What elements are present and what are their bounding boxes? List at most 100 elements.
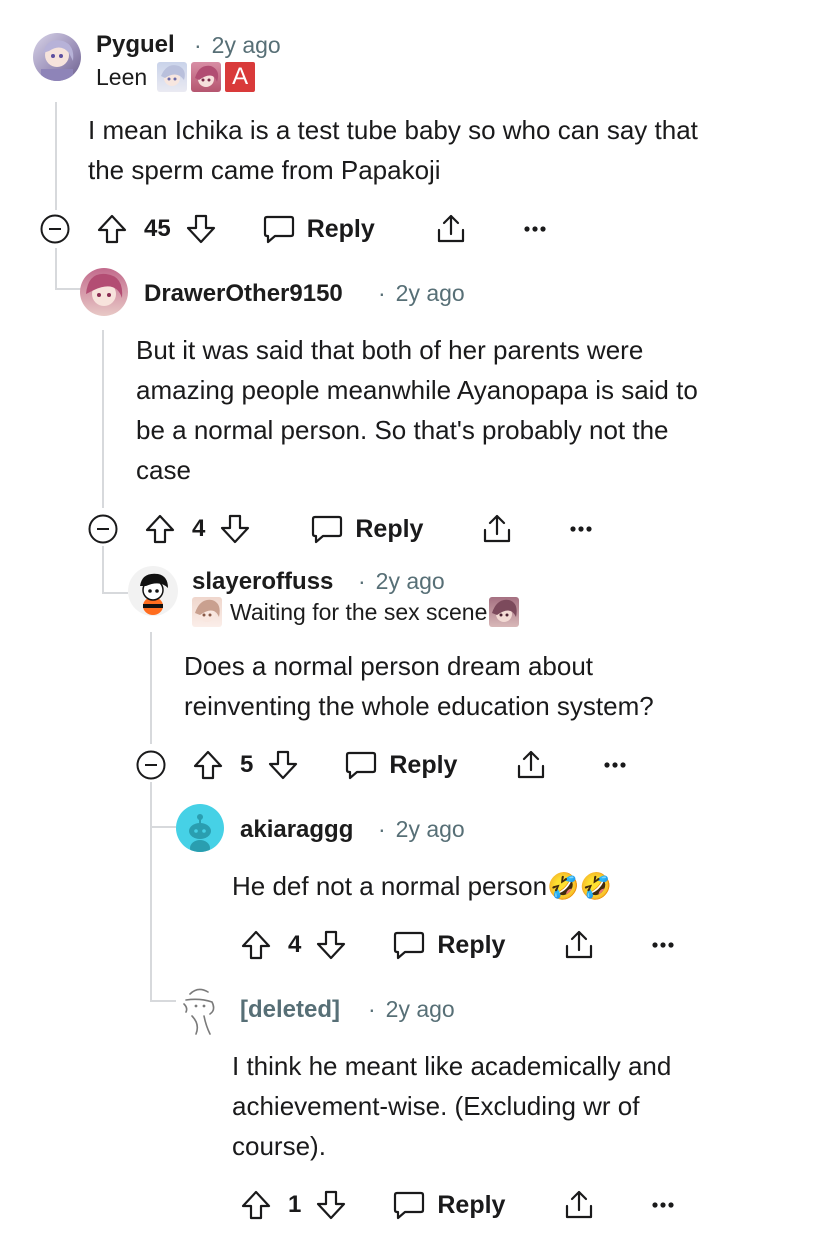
comment-line: Does a normal person dream about xyxy=(184,651,594,681)
flair-emoji-icon xyxy=(191,62,222,92)
more-icon xyxy=(604,762,627,768)
upvote-button[interactable] xyxy=(240,1189,272,1221)
avatar[interactable] xyxy=(128,566,178,616)
username[interactable]: DrawerOther9150 xyxy=(144,280,343,308)
share-button[interactable] xyxy=(515,749,547,781)
reply-button[interactable]: Reply xyxy=(263,214,375,244)
upvote-icon xyxy=(145,514,175,544)
comment-line: case xyxy=(136,455,191,485)
upvote-button[interactable] xyxy=(240,929,272,961)
comment-line: course). xyxy=(232,1131,326,1161)
flair-badge-icon: A xyxy=(225,62,256,92)
share-button[interactable] xyxy=(481,513,513,545)
comment-body: He def not a normal person🤣🤣 xyxy=(232,866,812,906)
default-snoo-icon xyxy=(189,814,211,852)
comment-line: But it was said that both of her parents… xyxy=(136,335,644,365)
share-icon xyxy=(566,1190,593,1219)
upvote-button[interactable] xyxy=(96,213,128,245)
more-options-button[interactable] xyxy=(603,761,627,769)
flair-emoji-icon xyxy=(157,62,188,92)
downvote-button[interactable] xyxy=(315,1189,347,1221)
flair-emoji-icon xyxy=(489,597,520,627)
reply-label: Reply xyxy=(389,750,458,779)
comment-actions: 45 Reply xyxy=(96,209,547,249)
anime-avatar-icon xyxy=(41,40,74,81)
thread-line[interactable] xyxy=(150,1000,176,1002)
comment-line: the sperm came from Papakoji xyxy=(88,155,441,185)
comment-age: · 2y ago xyxy=(358,568,445,594)
collapse-button[interactable] xyxy=(88,514,118,544)
age-text: 2y ago xyxy=(375,568,445,594)
username[interactable]: akiaraggg xyxy=(240,816,353,844)
reply-button[interactable]: Reply xyxy=(393,930,505,960)
reply-label: Reply xyxy=(437,930,506,959)
snoo-avatar-icon xyxy=(140,573,168,615)
thread-line[interactable] xyxy=(55,248,57,290)
avatar[interactable] xyxy=(176,804,224,852)
age-text: 2y ago xyxy=(385,996,455,1022)
upvote-button[interactable] xyxy=(144,513,176,545)
thread-line[interactable] xyxy=(102,330,104,508)
comment-actions: 4 Reply xyxy=(144,509,593,549)
username[interactable]: [deleted] xyxy=(240,996,340,1024)
upvote-icon xyxy=(241,930,271,960)
age-text: 2y ago xyxy=(211,32,281,58)
comment-body: I mean Ichika is a test tube baby so who… xyxy=(88,110,808,190)
thread-line[interactable] xyxy=(55,288,81,290)
share-icon xyxy=(566,930,593,959)
collapse-button[interactable] xyxy=(40,214,70,244)
downvote-icon xyxy=(186,214,215,244)
comment-age: · 2y ago xyxy=(378,816,465,842)
thread-line[interactable] xyxy=(55,102,57,210)
thread-line[interactable] xyxy=(150,782,152,1000)
avatar[interactable] xyxy=(33,33,81,81)
reply-button[interactable]: Reply xyxy=(393,1190,505,1220)
thread-line[interactable] xyxy=(150,632,152,744)
avatar[interactable] xyxy=(80,268,128,316)
user-flair: Waiting for the sex scene xyxy=(192,597,520,627)
username[interactable]: Pyguel xyxy=(96,31,175,59)
reply-button[interactable]: Reply xyxy=(311,514,423,544)
downvote-button[interactable] xyxy=(315,929,347,961)
vote-count: 4 xyxy=(192,515,206,542)
reply-label: Reply xyxy=(437,1190,506,1219)
comment-body: Does a normal person dream about reinven… xyxy=(184,646,814,726)
thread-line[interactable] xyxy=(102,592,128,594)
comment-age: · 2y ago xyxy=(368,996,455,1022)
comment-body: I think he meant like academically and a… xyxy=(232,1046,812,1166)
reply-label: Reply xyxy=(355,514,424,543)
reply-icon xyxy=(394,931,425,960)
collapse-button[interactable] xyxy=(136,750,166,780)
more-options-button[interactable] xyxy=(651,1201,675,1209)
thread-line[interactable] xyxy=(150,826,176,828)
more-options-button[interactable] xyxy=(523,225,547,233)
comment-age: · 2y ago xyxy=(378,280,465,306)
thread-line[interactable] xyxy=(102,546,104,594)
downvote-button[interactable] xyxy=(185,213,217,245)
share-button[interactable] xyxy=(563,1189,595,1221)
upvote-button[interactable] xyxy=(192,749,224,781)
comment-actions: 5 Reply xyxy=(192,745,627,785)
share-icon xyxy=(484,514,511,543)
more-options-button[interactable] xyxy=(569,525,593,533)
downvote-icon xyxy=(317,930,346,960)
comment-line: reinventing the whole education system? xyxy=(184,691,654,721)
share-icon xyxy=(518,750,545,779)
reply-button[interactable]: Reply xyxy=(345,750,457,780)
reply-icon xyxy=(346,751,377,780)
username[interactable]: slayeroffuss xyxy=(192,568,333,596)
downvote-button[interactable] xyxy=(219,513,251,545)
user-flair: Leen A xyxy=(96,62,256,92)
reply-icon xyxy=(394,1191,425,1220)
downvote-icon xyxy=(317,1190,346,1220)
share-button[interactable] xyxy=(563,929,595,961)
reply-icon xyxy=(312,515,343,544)
vote-count: 4 xyxy=(288,931,302,958)
downvote-icon xyxy=(269,750,298,780)
share-button[interactable] xyxy=(435,213,467,245)
avatar[interactable] xyxy=(176,984,224,1036)
downvote-button[interactable] xyxy=(267,749,299,781)
comment-line: be a normal person. So that's probably n… xyxy=(136,415,669,445)
collapse-icon xyxy=(88,514,118,544)
more-options-button[interactable] xyxy=(651,941,675,949)
